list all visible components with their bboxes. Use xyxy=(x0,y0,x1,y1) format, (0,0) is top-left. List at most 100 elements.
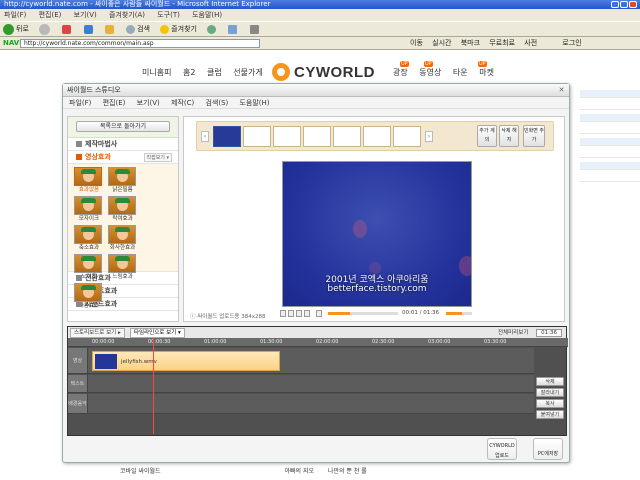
play-icon[interactable] xyxy=(288,310,294,317)
free-button[interactable]: 무료최료 xyxy=(489,39,515,47)
strip-next-button[interactable]: › xyxy=(425,131,433,142)
studio-menu-edit[interactable]: 편집(E) xyxy=(103,99,126,107)
dictionary-button[interactable]: 사전 xyxy=(524,39,537,47)
home-button[interactable] xyxy=(104,22,116,36)
pause-icon[interactable] xyxy=(296,310,302,317)
print-button[interactable] xyxy=(249,22,261,36)
video-clip[interactable]: jellyfish.wmv xyxy=(92,351,280,371)
print-icon xyxy=(249,24,259,34)
effect-zoom-in[interactable]: 락여효과 xyxy=(107,196,138,223)
menu-favorites[interactable]: 즐겨찾기(A) xyxy=(109,11,145,19)
video-track: 영상 jellyfish.wmv xyxy=(68,348,534,374)
storyboard-frame[interactable] xyxy=(393,126,421,147)
seek-bar[interactable] xyxy=(328,312,398,315)
studio-menu-help[interactable]: 도움말(H) xyxy=(239,99,269,107)
player-controls: 00:01 / 01:36 xyxy=(280,310,476,319)
film-icon xyxy=(76,154,82,160)
effect-slow[interactable]: 느림효과 xyxy=(107,254,138,281)
storyboard-frame[interactable] xyxy=(333,126,361,147)
rewind-icon[interactable] xyxy=(280,310,286,317)
effect-old-film[interactable]: 낡은필름 xyxy=(107,167,138,194)
favorites-button[interactable]: 즐겨찾기 xyxy=(160,22,197,36)
forward-button[interactable] xyxy=(39,22,52,36)
menu-tools[interactable]: 도구(T) xyxy=(157,11,180,19)
news-link[interactable]: 나만의 뿐 천 롤 xyxy=(328,468,367,475)
jellyfish-shape xyxy=(353,220,367,238)
mail-button[interactable] xyxy=(228,22,239,36)
cyworld-logo[interactable]: CYWORLD xyxy=(272,60,375,84)
menu-view[interactable]: 보기(V) xyxy=(74,11,97,19)
nav-giftshop[interactable]: 선물가게 xyxy=(233,68,262,77)
nav-home2[interactable]: 홈2 xyxy=(183,68,195,77)
go-button[interactable]: 이동 xyxy=(410,39,423,47)
effect-none[interactable]: 효과없음 xyxy=(74,167,104,194)
nav-minihompy[interactable]: 미니홈피 xyxy=(142,68,171,77)
minimize-button[interactable] xyxy=(611,1,619,8)
search-icon xyxy=(126,24,136,34)
stop-icon[interactable] xyxy=(304,310,310,317)
nav-video[interactable]: 동영상 xyxy=(419,68,441,77)
effect-bright[interactable]: 화사한효과 xyxy=(107,225,138,252)
menu-edit[interactable]: 편집(E) xyxy=(39,11,62,19)
menu-help[interactable]: 도움말(H) xyxy=(192,11,222,19)
storyboard-frame[interactable] xyxy=(273,126,301,147)
ruler-tick: 00:00:00 xyxy=(92,339,115,345)
nav-town[interactable]: 타운 xyxy=(453,68,468,77)
news-link[interactable]: 아빠의 지오 xyxy=(284,468,314,475)
preview-dropdown[interactable]: 직접보기 ▾ xyxy=(143,153,172,162)
maximize-button[interactable] xyxy=(620,1,628,8)
delete-frame-button[interactable]: 삭제 해지 xyxy=(499,125,519,147)
storyboard-frame[interactable] xyxy=(213,126,241,147)
copy-button[interactable]: 복사 xyxy=(536,399,564,408)
mobile-cyworld-link[interactable]: 코바일 싸이월드 xyxy=(120,468,161,475)
cyworld-upload-button[interactable]: CYWORLD 업로드 xyxy=(483,438,521,462)
tab-storyboard[interactable]: 스토리보드로 보기 ▸ xyxy=(70,328,125,338)
storyboard-frame[interactable] xyxy=(243,126,271,147)
text-track: 텍스트 xyxy=(68,375,534,393)
address-input[interactable]: http://cyworld.nate.com/common/main.asp xyxy=(20,39,260,48)
stop-button[interactable] xyxy=(62,22,73,36)
effect-label: 느림효과 xyxy=(112,274,133,280)
cut-button[interactable]: 잘라내기 xyxy=(536,388,564,397)
browser-menubar: 파일(F) 편집(E) 보기(V) 즐겨찾기(A) 도구(T) 도움말(H) xyxy=(0,9,640,21)
back-to-list-button[interactable]: 목록으로 돌아가기 xyxy=(76,121,170,132)
section-video-effects[interactable]: 영상효과 직접보기 ▾ xyxy=(68,151,178,164)
menu-file[interactable]: 파일(F) xyxy=(4,11,26,19)
crop-icon[interactable] xyxy=(316,310,322,317)
studio-menu-search[interactable]: 검색(S) xyxy=(205,99,228,107)
storyboard-frame[interactable] xyxy=(303,126,331,147)
effect-label: 모자이크 xyxy=(78,216,100,222)
effect-thumbnail xyxy=(107,167,136,186)
volume-slider[interactable] xyxy=(446,312,472,315)
realtime-button[interactable]: 실시간 xyxy=(432,39,451,47)
studio-menu-view[interactable]: 보기(V) xyxy=(137,99,160,107)
section-make-wizard[interactable]: 제작마법사 xyxy=(68,138,178,151)
fullscreen-preview-button[interactable]: 전체미리보기 xyxy=(498,330,528,336)
video-preview[interactable]: 2001년 코엑스 아쿠아리움 betterface.tistory.com xyxy=(282,161,472,307)
close-icon[interactable]: ✕ xyxy=(557,86,566,95)
studio-menu-file[interactable]: 파일(F) xyxy=(69,99,91,107)
delete-button[interactable]: 삭제 xyxy=(536,377,564,386)
storyboard-frame[interactable] xyxy=(363,126,391,147)
strip-prev-button[interactable]: ‹ xyxy=(201,131,209,142)
tab-timeline[interactable]: 타임라인으로 보기 ▾ xyxy=(130,328,185,338)
add-blank-frame-button[interactable]: 빈화면 추가 xyxy=(523,125,545,147)
nav-market[interactable]: 마켓 xyxy=(479,68,494,77)
history-button[interactable] xyxy=(207,22,218,36)
paste-button[interactable]: 붙여넣기 xyxy=(536,410,564,419)
nav-square[interactable]: 광장 xyxy=(393,68,408,77)
save-to-pc-button[interactable]: PC에저장 xyxy=(529,438,567,462)
bookmark-button[interactable]: 북마크 xyxy=(461,39,480,47)
timeline-playhead[interactable] xyxy=(153,338,154,434)
login-button[interactable]: 로그인 xyxy=(562,39,581,47)
effect-mosaic[interactable]: 모자이크 xyxy=(74,196,104,223)
effect-zoom-out[interactable]: 축소효과 xyxy=(74,225,104,252)
close-button[interactable] xyxy=(629,1,637,8)
add-frame-button[interactable]: 추가 계의 xyxy=(477,125,497,147)
search-button[interactable]: 검색 xyxy=(126,22,150,36)
effect-thumbnail xyxy=(74,283,102,302)
back-button[interactable]: 뒤로 xyxy=(3,22,29,36)
nav-club[interactable]: 클럽 xyxy=(207,68,222,77)
studio-menu-make[interactable]: 제작(C) xyxy=(171,99,194,107)
refresh-button[interactable] xyxy=(83,22,95,36)
